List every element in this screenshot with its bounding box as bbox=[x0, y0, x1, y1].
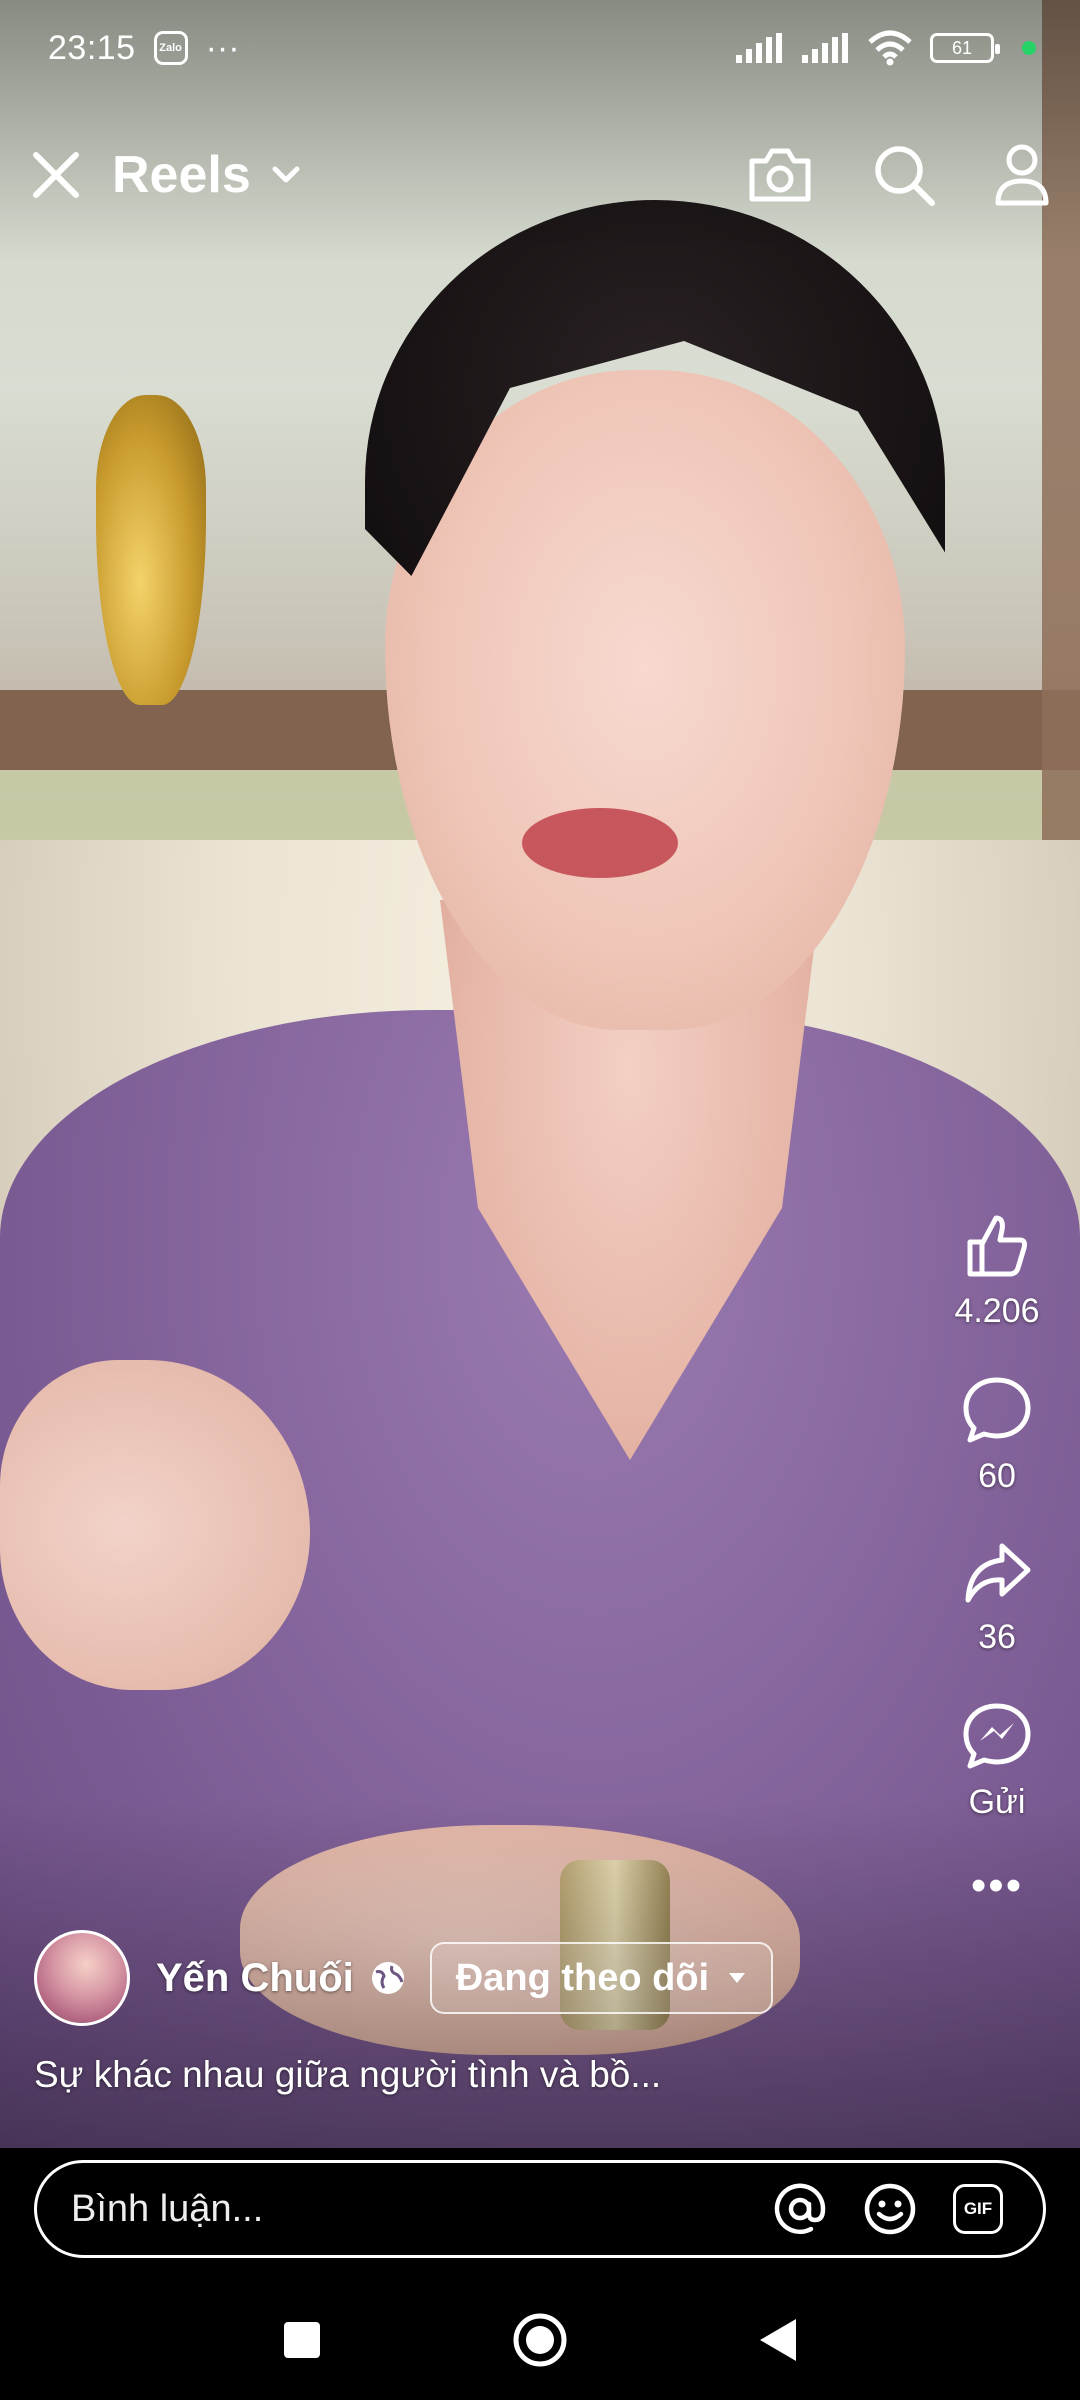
reels-header: Reels bbox=[0, 120, 1080, 230]
more-options-button[interactable]: ••• bbox=[970, 1861, 1024, 1910]
mention-icon[interactable] bbox=[773, 2182, 827, 2236]
status-time: 23:15 bbox=[48, 28, 136, 67]
back-nav-icon[interactable] bbox=[758, 2317, 798, 2363]
emoji-icon[interactable] bbox=[863, 2182, 917, 2236]
send-button[interactable]: Gửi bbox=[962, 1701, 1032, 1822]
avatar[interactable] bbox=[34, 1930, 130, 2026]
signal-icon bbox=[736, 33, 782, 63]
zalo-notification-icon: Zalo bbox=[153, 31, 188, 65]
square-nav-icon[interactable] bbox=[282, 2320, 322, 2360]
share-count: 36 bbox=[978, 1618, 1016, 1656]
close-icon bbox=[33, 152, 79, 198]
chevron-down-icon bbox=[272, 166, 300, 183]
share-button[interactable]: 36 bbox=[962, 1540, 1032, 1657]
reel-caption[interactable]: Sự khác nhau giữa người tình và bồ... bbox=[34, 2054, 661, 2096]
camera-icon bbox=[749, 148, 811, 202]
comment-placeholder: Bình luận... bbox=[71, 2187, 264, 2230]
signal-icon-2 bbox=[802, 33, 848, 63]
profile-button[interactable] bbox=[994, 143, 1050, 207]
reel-video[interactable] bbox=[0, 0, 1080, 2148]
send-label: Gửi bbox=[968, 1783, 1026, 1821]
comment-button[interactable]: 60 bbox=[962, 1375, 1032, 1496]
gold-vase bbox=[96, 395, 206, 705]
battery-level: 61 bbox=[951, 37, 973, 58]
globe-icon bbox=[371, 1962, 404, 1994]
action-rail: 4.206 60 36 Gửi ••• bbox=[932, 1210, 1062, 1940]
caret-down-icon bbox=[729, 1973, 746, 1983]
system-navigation-bar bbox=[0, 2280, 1080, 2400]
close-button[interactable] bbox=[30, 149, 82, 201]
comment-bar: Bình luận... GIF bbox=[0, 2148, 1080, 2280]
comment-icon bbox=[963, 1377, 1031, 1443]
privacy-indicator-dot bbox=[1022, 41, 1036, 55]
author-name[interactable]: Yến Chuối bbox=[156, 1956, 354, 2001]
search-button[interactable] bbox=[872, 143, 936, 207]
home-nav-icon[interactable] bbox=[512, 2312, 568, 2368]
gif-icon[interactable]: GIF bbox=[953, 2184, 1003, 2234]
following-button[interactable]: Đang theo dõi bbox=[429, 1942, 774, 2014]
profile-icon bbox=[995, 144, 1049, 206]
more-icon: ••• bbox=[970, 1861, 1024, 1910]
person-lips bbox=[522, 808, 678, 878]
status-bar: 23:15 Zalo ··· 61 bbox=[0, 0, 1080, 96]
author-row: Yến Chuối Đang theo dõi bbox=[34, 1930, 774, 2026]
reels-menu-toggle[interactable] bbox=[271, 165, 301, 185]
following-label: Đang theo dõi bbox=[455, 1956, 710, 1999]
like-button[interactable]: 4.206 bbox=[954, 1210, 1040, 1331]
like-count: 4.206 bbox=[954, 1292, 1040, 1330]
camera-button[interactable] bbox=[746, 145, 814, 205]
messenger-icon bbox=[963, 1703, 1031, 1769]
search-icon bbox=[875, 146, 935, 206]
share-icon bbox=[965, 1543, 1031, 1603]
comment-input[interactable]: Bình luận... GIF bbox=[34, 2160, 1046, 2258]
more-notifications-icon: ··· bbox=[205, 29, 240, 67]
wifi-icon bbox=[868, 30, 912, 66]
comment-count: 60 bbox=[978, 1457, 1016, 1495]
like-icon bbox=[967, 1215, 1027, 1277]
page-title[interactable]: Reels bbox=[112, 145, 251, 205]
battery-icon: 61 bbox=[930, 33, 1000, 63]
